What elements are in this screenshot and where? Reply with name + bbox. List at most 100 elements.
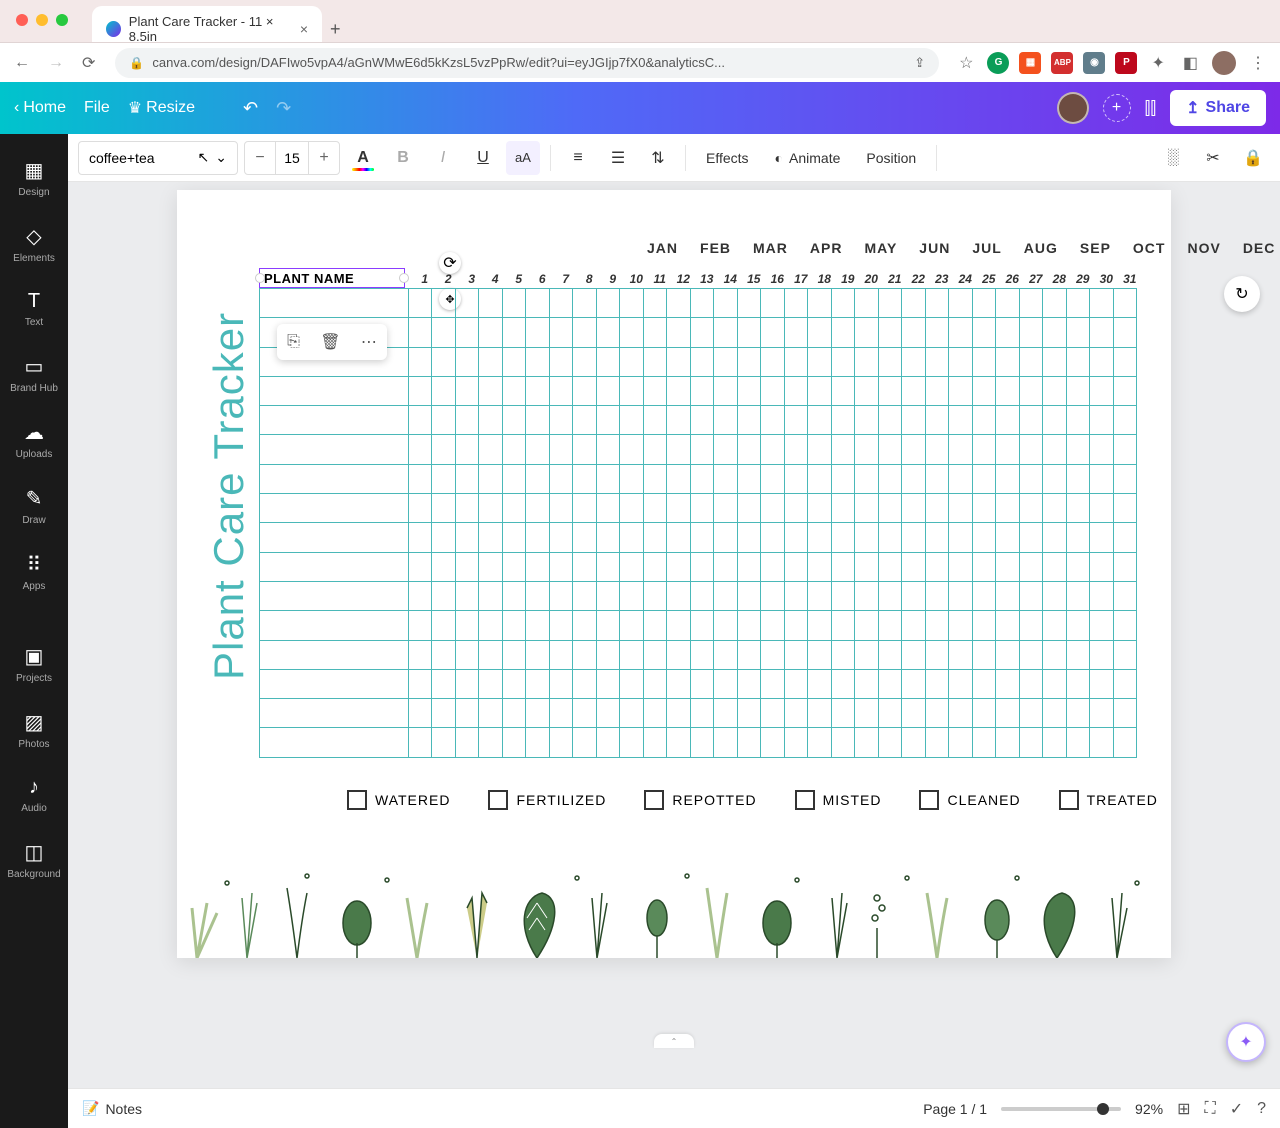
side-panel-icon[interactable]: ◧ — [1179, 49, 1202, 77]
month-label: MAR — [753, 240, 788, 256]
redo-button[interactable]: ↷ — [276, 98, 291, 119]
design-canvas[interactable]: JAN FEB MAR APR MAY JUN JUL AUG SEP OCT … — [177, 190, 1171, 958]
sidebar-item-audio[interactable]: ♪Audio — [0, 766, 68, 824]
close-window-icon[interactable] — [16, 14, 28, 26]
sidebar-item-photos[interactable]: ▨Photos — [0, 700, 68, 760]
text-color-button[interactable]: A — [346, 141, 380, 175]
share-url-icon[interactable]: ⇪ — [914, 55, 925, 71]
spacing-button[interactable]: ⇅ — [641, 141, 675, 175]
resize-handle-left[interactable] — [255, 273, 265, 283]
add-collaborator-button[interactable]: + — [1103, 94, 1131, 122]
home-button[interactable]: ‹ Home — [14, 99, 66, 117]
sidebar-item-text[interactable]: TText — [0, 280, 68, 338]
maximize-window-icon[interactable] — [56, 14, 68, 26]
animate-button[interactable]: ◐ Animate — [765, 150, 851, 166]
notes-button[interactable]: 📝 Notes — [82, 1100, 142, 1117]
forward-button[interactable]: → — [44, 50, 68, 76]
vertical-title[interactable]: Plant Care Tracker — [205, 312, 254, 680]
page-expand-tab[interactable]: ⌃ — [654, 1034, 694, 1048]
tracker-grid[interactable] — [259, 288, 1137, 758]
legend-watered[interactable]: WATERED — [347, 790, 450, 810]
sidebar-item-uploads[interactable]: ☁Uploads — [0, 410, 68, 470]
font-size-decrease[interactable]: − — [245, 149, 275, 167]
sidebar-item-background[interactable]: ◫Background — [0, 830, 68, 890]
sidebar-item-draw[interactable]: ✎Draw — [0, 476, 68, 536]
share-button[interactable]: ↥ Share — [1170, 90, 1266, 126]
zoom-slider[interactable] — [1001, 1107, 1121, 1111]
sidebar-item-apps[interactable]: ⠿Apps — [0, 542, 68, 602]
text-icon: T — [28, 290, 40, 313]
camera-ext-icon[interactable]: ◉ — [1083, 52, 1105, 74]
bookmark-icon[interactable]: ☆ — [955, 49, 977, 77]
font-size-value[interactable]: 15 — [275, 142, 309, 174]
user-avatar[interactable] — [1057, 92, 1089, 124]
reload-button[interactable]: ⟳ — [78, 49, 99, 77]
sidebar-item-elements[interactable]: ◇Elements — [0, 214, 68, 274]
day-label: 2 — [437, 272, 461, 286]
copy-style-button[interactable]: ✂ — [1196, 141, 1230, 175]
abp-ext-icon[interactable]: ABP — [1051, 52, 1073, 74]
lock-button[interactable]: 🔒 — [1236, 141, 1270, 175]
analytics-icon[interactable]: ⫿⫿ — [1145, 98, 1157, 119]
resize-handle-right[interactable] — [399, 273, 409, 283]
font-selector[interactable]: coffee+tea ↖ ⌄ — [78, 141, 238, 175]
delete-button[interactable]: 🗑 — [320, 332, 340, 352]
back-button[interactable]: ← — [10, 50, 34, 76]
design-icon: ▦ — [25, 158, 44, 183]
close-tab-icon[interactable]: × — [300, 21, 308, 37]
grid-view-icon[interactable]: ⊞ — [1177, 1099, 1190, 1119]
font-size-increase[interactable]: + — [309, 149, 339, 167]
italic-button[interactable]: I — [426, 141, 460, 175]
day-label: 25 — [977, 272, 1001, 286]
legend-cleaned[interactable]: CLEANED — [919, 790, 1020, 810]
browser-menu-icon[interactable]: ⋮ — [1246, 49, 1270, 77]
zoom-value: 92% — [1135, 1101, 1163, 1117]
transparency-button[interactable]: ░ — [1156, 141, 1190, 175]
new-tab-button[interactable]: + — [330, 19, 341, 40]
resize-button[interactable]: ♛ Resize — [128, 98, 195, 118]
extensions-icon[interactable]: ✦ — [1147, 49, 1168, 77]
duplicate-button[interactable]: ⎘ — [287, 333, 300, 351]
case-button[interactable]: aA — [506, 141, 540, 175]
profile-avatar[interactable] — [1212, 51, 1236, 75]
position-button[interactable]: Position — [856, 150, 926, 166]
align-button[interactable]: ≡ — [561, 141, 595, 175]
redo-fab[interactable]: ↻ — [1224, 276, 1260, 312]
help-icon[interactable]: ? — [1257, 1100, 1266, 1118]
magic-fab[interactable]: ✦ — [1226, 1022, 1266, 1062]
pinterest-ext-icon[interactable]: P — [1115, 52, 1137, 74]
canvas-area[interactable]: JAN FEB MAR APR MAY JUN JUL AUG SEP OCT … — [68, 182, 1280, 1088]
legend-fertilized[interactable]: FERTILIZED — [488, 790, 606, 810]
legend-misted[interactable]: MISTED — [795, 790, 882, 810]
ext-icon-2[interactable]: ▦ — [1019, 52, 1041, 74]
month-label: NOV — [1187, 240, 1220, 256]
bold-button[interactable]: B — [386, 141, 420, 175]
zoom-thumb[interactable] — [1097, 1103, 1109, 1115]
month-label: MAY — [864, 240, 897, 256]
grammarly-ext-icon[interactable]: G — [987, 52, 1009, 74]
more-options-button[interactable]: ⋯ — [361, 332, 377, 352]
fullscreen-icon[interactable]: ⛶ — [1204, 1100, 1215, 1118]
check-icon[interactable]: ✓ — [1230, 1099, 1243, 1119]
redo-icon: ↻ — [1235, 284, 1248, 304]
page-indicator[interactable]: Page 1 / 1 — [923, 1101, 987, 1117]
list-button[interactable]: ☰ — [601, 141, 635, 175]
plants-illustration[interactable] — [177, 848, 1171, 958]
legend-repotted[interactable]: REPOTTED — [644, 790, 756, 810]
sidebar-item-design[interactable]: ▦Design — [0, 148, 68, 208]
minimize-window-icon[interactable] — [36, 14, 48, 26]
sidebar-item-projects[interactable]: ▣Projects — [0, 634, 68, 694]
legend-row: WATERED FERTILIZED REPOTTED MISTED CLEAN… — [347, 790, 1158, 810]
legend-treated[interactable]: TREATED — [1059, 790, 1158, 810]
underline-button[interactable]: U — [466, 141, 500, 175]
file-menu[interactable]: File — [84, 99, 110, 117]
day-label: 24 — [954, 272, 978, 286]
extension-icons: G ▦ ABP ◉ P ✦ ◧ ⋮ — [987, 49, 1270, 77]
address-field[interactable]: 🔒 canva.com/design/DAFIwo5vpA4/aGnWMwE6d… — [115, 48, 939, 78]
chevron-left-icon: ‹ — [14, 99, 19, 117]
rotate-handle[interactable]: ⟳ — [439, 252, 461, 274]
selected-text-element[interactable]: PLANT NAME — [259, 268, 405, 288]
effects-button[interactable]: Effects — [696, 150, 759, 166]
sidebar-item-brand-hub[interactable]: ▭Brand Hub — [0, 344, 68, 404]
undo-button[interactable]: ↶ — [243, 98, 258, 119]
